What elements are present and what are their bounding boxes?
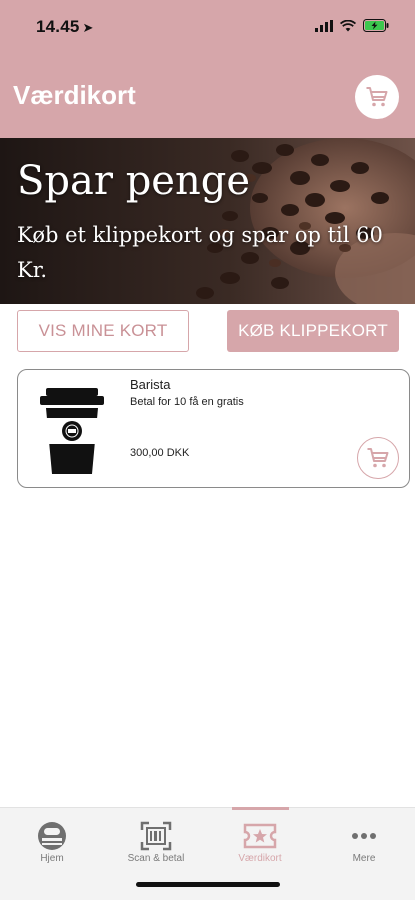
tab-label-home: Hjem <box>40 853 64 864</box>
tab-value-cards[interactable]: Værdikort <box>208 808 312 868</box>
coffee-cup-icon <box>40 388 104 474</box>
home-icon <box>38 822 66 850</box>
scan-icon <box>140 821 172 851</box>
product-description: Betal for 10 få en gratis <box>130 396 244 408</box>
product-price: 300,00 DKK <box>130 447 190 459</box>
tab-home[interactable]: Hjem <box>0 808 104 868</box>
location-arrow-icon: ➤ <box>82 20 94 35</box>
tab-scan-pay[interactable]: Scan & betal <box>104 808 208 868</box>
banner-title: Spar penge <box>17 158 251 204</box>
tab-label-value-cards: Værdikort <box>238 853 282 864</box>
status-time: 14.45 ➤ <box>36 17 94 36</box>
add-to-cart-button[interactable] <box>357 437 399 479</box>
show-my-cards-button[interactable]: VIS MINE KORT <box>17 310 189 352</box>
page-title: Værdikort <box>13 80 136 110</box>
home-indicator <box>136 882 280 887</box>
cart-icon <box>367 448 389 468</box>
tab-more[interactable]: Mere <box>312 808 415 868</box>
wifi-icon <box>340 19 356 31</box>
product-name: Barista <box>130 377 171 392</box>
banner-subtitle: Køb et klippekort og spar op til 60 Kr. <box>17 223 383 282</box>
tab-label-more: Mere <box>352 853 376 864</box>
app-header: 14.45 ➤ Værdikort <box>0 0 415 138</box>
signal-icon <box>315 19 333 32</box>
buy-punch-card-button[interactable]: KØB KLIPPEKORT <box>227 310 399 352</box>
cart-button[interactable] <box>355 75 399 119</box>
battery-charging-icon <box>363 19 389 32</box>
tab-label-scan-pay: Scan & betal <box>127 853 185 864</box>
ticket-star-icon <box>243 823 277 849</box>
cart-icon <box>366 87 388 107</box>
product-card[interactable]: Barista Betal for 10 få en gratis 300,00… <box>17 369 410 488</box>
promo-banner: Spar penge Køb et klippekort og spar op … <box>0 138 415 304</box>
more-icon <box>352 833 376 839</box>
status-icons <box>315 19 389 32</box>
